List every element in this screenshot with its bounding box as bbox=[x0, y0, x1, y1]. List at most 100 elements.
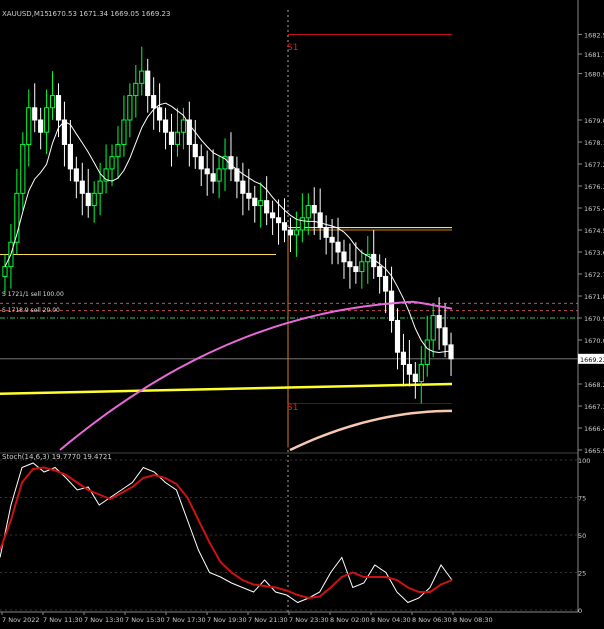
candle-body bbox=[210, 173, 216, 182]
candle-body bbox=[79, 180, 85, 194]
candle-body bbox=[198, 156, 204, 170]
candle-body bbox=[275, 217, 282, 224]
price-tick-label: 1675.40 bbox=[584, 205, 604, 213]
price-tick-label: 1677.20 bbox=[584, 161, 604, 169]
chart-terminal: 1682.50 1681.70 1680.90 1679.00 1678.10 1677.… bbox=[0, 0, 604, 625]
candle-body bbox=[323, 227, 329, 238]
candle-body bbox=[186, 119, 192, 145]
price-tick-label: 1668.20 bbox=[584, 381, 604, 389]
candle-body bbox=[85, 192, 91, 207]
candle-body bbox=[246, 192, 252, 199]
candle-body bbox=[127, 95, 133, 121]
candle-body bbox=[341, 251, 347, 263]
candle-body bbox=[311, 205, 317, 214]
candle-body bbox=[377, 266, 383, 277]
stochastic-tick-label: 75 bbox=[578, 495, 586, 503]
price-tick-label: 1665.50 bbox=[584, 447, 604, 455]
candle-body bbox=[448, 344, 454, 360]
stochastic-header: Stoch(14,6,3) 19.7770 19.4721 bbox=[2, 453, 112, 461]
candle-body bbox=[151, 95, 157, 109]
current-price-label: 1669.23 bbox=[580, 356, 604, 364]
candle-body bbox=[388, 290, 395, 321]
price-tick-label: 1667.30 bbox=[584, 403, 604, 411]
time-tick-label: 7 Nov 15:30 bbox=[125, 616, 165, 624]
candle-body bbox=[44, 107, 50, 133]
candle-body bbox=[204, 168, 210, 175]
stochastic-axis: 100 75 50 25 0 bbox=[578, 457, 590, 615]
price-tick-label: 1673.60 bbox=[584, 249, 604, 257]
candle-body bbox=[20, 143, 26, 194]
candle-body bbox=[305, 205, 311, 219]
candle-body bbox=[139, 70, 145, 84]
price-tick-label: 1680.90 bbox=[584, 71, 604, 79]
candle-body bbox=[299, 217, 305, 231]
candle-body bbox=[335, 241, 341, 253]
candle-body bbox=[174, 131, 181, 145]
candle-body bbox=[394, 319, 401, 353]
price-tick-label: 1682.50 bbox=[584, 31, 604, 39]
s1-label-bottom: S1 bbox=[287, 403, 298, 413]
candle-body bbox=[436, 315, 442, 329]
price-axis: 1682.50 1681.70 1680.90 1679.00 1678.10 1677.… bbox=[577, 0, 604, 612]
price-tick-label: 1666.40 bbox=[584, 425, 604, 433]
candle-body bbox=[55, 95, 62, 121]
price-tick-label: 1681.70 bbox=[584, 51, 604, 59]
time-tick-label: 7 Nov 19:30 bbox=[207, 616, 247, 624]
time-tick-label: 7 Nov 21:30 bbox=[248, 616, 288, 624]
candle-body bbox=[168, 131, 175, 145]
sell-label-1: S 1721/1 sell 100.00 bbox=[2, 291, 64, 298]
candle-body bbox=[91, 192, 97, 207]
price-tick-label: 1671.80 bbox=[584, 293, 604, 301]
price-tick-label: 1679.00 bbox=[584, 117, 604, 125]
s1-label-top: S1 bbox=[287, 43, 298, 53]
price-tick-label: 1674.50 bbox=[584, 227, 604, 235]
candle-body bbox=[424, 339, 430, 365]
candle-body bbox=[329, 236, 335, 243]
time-tick-label: 7 Nov 11:30 bbox=[43, 616, 83, 624]
candle-body bbox=[400, 351, 407, 365]
ma-slow-line bbox=[59, 300, 453, 451]
candle-body bbox=[38, 119, 44, 133]
candle-body bbox=[287, 229, 294, 236]
time-tick-label: 8 Nov 06:30 bbox=[412, 616, 452, 624]
price-tick-label: 1678.10 bbox=[584, 139, 604, 147]
time-tick-label: 8 Nov 08:30 bbox=[453, 616, 493, 624]
candle-body bbox=[442, 327, 448, 346]
candle-body bbox=[264, 200, 270, 214]
support-trendline bbox=[0, 382, 453, 396]
candle-body bbox=[192, 143, 198, 158]
candle-body bbox=[121, 119, 127, 145]
candle-body bbox=[353, 266, 359, 273]
candle-body bbox=[281, 222, 288, 231]
candle-body bbox=[270, 212, 276, 219]
candle-body bbox=[97, 180, 103, 194]
time-tick-label: 7 Nov 17:30 bbox=[166, 616, 206, 624]
chart-canvas[interactable]: 1682.50 1681.70 1680.90 1679.00 1678.10 1677.… bbox=[0, 0, 604, 625]
candle-body bbox=[383, 275, 389, 292]
price-tick-label: 1672.70 bbox=[584, 271, 604, 279]
candle-body bbox=[406, 363, 412, 375]
candle-body bbox=[67, 143, 73, 170]
stochastic-tick-label: 25 bbox=[578, 570, 586, 578]
time-tick-label: 7 Nov 2022 bbox=[2, 616, 40, 624]
candle-body bbox=[240, 180, 246, 194]
time-axis: 7 Nov 2022 7 Nov 11:30 7 Nov 13:30 7 Nov 15… bbox=[0, 611, 578, 624]
time-tick-label: 8 Nov 04:30 bbox=[371, 616, 411, 624]
candle-body bbox=[216, 168, 222, 182]
price-tick-label: 1670.00 bbox=[584, 337, 604, 345]
time-tick-label: 7 Nov 23:30 bbox=[289, 616, 329, 624]
candle-body bbox=[317, 212, 323, 229]
candle-body bbox=[293, 229, 299, 236]
candle-body bbox=[157, 107, 163, 121]
stochastic-signal-line bbox=[0, 466, 453, 600]
candle-body bbox=[359, 261, 365, 273]
stochastic-tick-label: 50 bbox=[578, 532, 586, 540]
stochastic-panel[interactable] bbox=[0, 459, 578, 611]
candle-body bbox=[145, 70, 151, 97]
candle-body bbox=[347, 261, 353, 268]
candle-body bbox=[49, 95, 56, 109]
candle-body bbox=[418, 363, 424, 383]
price-tick-label: 1676.30 bbox=[584, 183, 604, 191]
price-panel[interactable] bbox=[0, 10, 578, 612]
candle-body bbox=[430, 315, 436, 341]
